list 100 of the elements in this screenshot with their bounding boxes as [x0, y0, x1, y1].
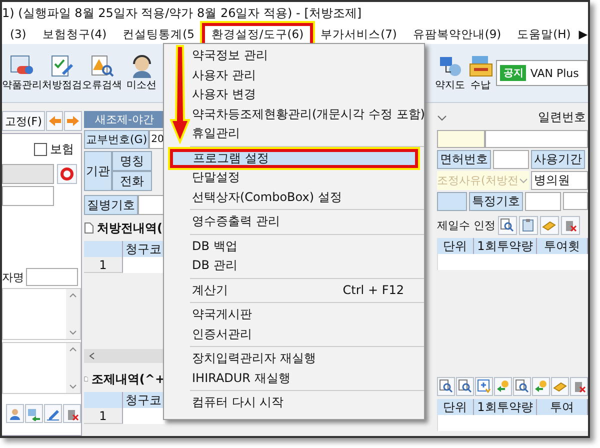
field-label: 기관 [84, 151, 112, 191]
search-button[interactable] [498, 216, 516, 234]
add-icon [477, 379, 491, 393]
ring-icon [60, 167, 74, 181]
scrollbar[interactable] [66, 289, 80, 339]
checkbox-label: 보험 [50, 140, 74, 158]
person-icon [8, 406, 22, 420]
window-title: 1) (실행파일 8월 25일자 적용/약가 8월 26일자 적용) - [처방조제] [2, 4, 362, 22]
menu-item[interactable]: IHIRADUR 재실행 [164, 368, 424, 388]
input-field[interactable] [485, 130, 588, 148]
scroll-up-icon[interactable] [69, 346, 77, 352]
search-button[interactable] [456, 376, 474, 396]
clipboard-button[interactable] [518, 216, 538, 234]
menu-item[interactable]: (3) [2, 24, 34, 44]
input-field[interactable] [525, 192, 561, 211]
search-button[interactable] [437, 376, 455, 396]
row-number: 1 [84, 408, 123, 424]
toolbar-button[interactable]: 수납 [466, 52, 494, 94]
search-icon [500, 218, 514, 232]
section-title: 조제내역(^+ [91, 370, 165, 388]
name-field[interactable] [26, 268, 78, 286]
toolbar-button[interactable]: 미소선 [122, 52, 162, 94]
menu-item[interactable]: 도움말(H) [509, 24, 579, 44]
scroll-up-icon[interactable] [69, 292, 77, 298]
right-arrow-icon [66, 115, 80, 127]
notice-badge: 공지 [500, 65, 526, 81]
field-label: 일련번호 [537, 109, 587, 126]
menu-item[interactable]: DB 관리 [164, 256, 424, 276]
menu-item[interactable]: 휴일관리 [164, 124, 424, 144]
insurance-checkbox[interactable] [34, 142, 47, 156]
menu-item[interactable]: 선택상자(ComboBox) 설정 [164, 188, 424, 207]
swap-button[interactable] [25, 404, 43, 423]
network-icon [437, 54, 464, 78]
field-label: 교부번호(G) [84, 130, 150, 149]
pen-button[interactable] [44, 404, 62, 423]
menu-item[interactable]: 컴퓨터 다시 시작 [164, 393, 424, 412]
input-field[interactable] [493, 150, 529, 169]
toolbar-button[interactable]: 약지도 [433, 52, 467, 94]
section-title: 처방전내역( [97, 220, 162, 236]
menu-item[interactable]: 단말설정 [164, 168, 424, 188]
input-field[interactable] [437, 130, 485, 148]
field-label: 명칭 [112, 151, 152, 171]
left-arrow-icon [48, 115, 62, 127]
scroll-left-icon [88, 352, 96, 360]
toolbar-button[interactable]: 약품관리 [2, 52, 42, 94]
input-field[interactable] [2, 186, 54, 206]
trash-button[interactable] [570, 376, 588, 396]
toolbar-button[interactable]: 처방점검 [42, 52, 82, 94]
menu-item[interactable]: 컨설팅통계(5 [114, 24, 202, 44]
menu-item[interactable]: 인증서관리 [164, 324, 424, 344]
input-field[interactable] [563, 192, 588, 210]
document-icon [84, 222, 94, 234]
dropdown-caret-icon [519, 176, 528, 184]
warning-search-icon [89, 54, 115, 78]
field-label: 사용기간 [531, 150, 585, 169]
menu-item[interactable]: 영수증출력 관리 [164, 212, 424, 232]
menu-item[interactable]: 사용자 관리 [164, 66, 424, 85]
menu-item[interactable]: DB 백업 [164, 236, 424, 256]
menu-item[interactable]: 유팜복약안내(9) [404, 24, 510, 44]
add-button[interactable] [475, 376, 493, 396]
menu-overflow-button[interactable]: ▶ [578, 27, 588, 41]
next-button[interactable] [64, 111, 82, 131]
trash-button[interactable] [63, 404, 81, 423]
toolbar-button[interactable]: 오류검색 [82, 52, 122, 94]
swap-button[interactable] [532, 376, 550, 396]
search-button[interactable] [513, 376, 531, 396]
menu-item[interactable]: 프로그램 설정 [170, 148, 418, 168]
menu-item[interactable]: 부가서비스(7) [312, 24, 405, 44]
field-label: 자명 [2, 270, 24, 284]
menu-item[interactable]: 약국정보 관리 [164, 46, 424, 66]
scroll-down-icon[interactable] [69, 330, 77, 336]
list-box[interactable] [2, 342, 81, 394]
swap-button[interactable] [494, 376, 512, 396]
scrollbar[interactable] [66, 343, 80, 393]
checklist-icon [49, 54, 75, 78]
menu-item[interactable]: 장치입력관리자 재실행 [164, 349, 424, 368]
field-label: 특정기호 [469, 192, 523, 211]
horizontal-scrollbar[interactable] [84, 349, 165, 363]
menu-item[interactable]: 약국차등조제현황관리(개문시각 수정 포함) [164, 104, 424, 124]
notice-text: VAN Plus [530, 66, 579, 80]
record-button[interactable] [57, 164, 77, 184]
scroll-down-icon[interactable] [69, 384, 77, 390]
previous-button[interactable] [46, 111, 64, 131]
trash-button[interactable] [560, 216, 580, 234]
menu-item[interactable]: 계산기 Ctrl + F12 [164, 280, 424, 300]
input-field[interactable] [2, 164, 54, 184]
field-label-cell [437, 192, 467, 211]
row-number: 1 [84, 257, 123, 273]
menu-item[interactable]: 약국게시판 [164, 305, 424, 324]
menu-item[interactable]: 환경설정/도구(6) [202, 22, 313, 46]
fix-button[interactable]: 고정(F) [2, 111, 45, 131]
list-box[interactable] [2, 288, 81, 340]
menu-item[interactable]: 보험청구(4) [34, 24, 115, 44]
cash-register-icon [468, 54, 494, 78]
input-field[interactable] [138, 195, 165, 215]
person-button[interactable] [6, 404, 24, 423]
search-icon [439, 379, 453, 393]
menu-item[interactable]: 사용자 변경 [164, 85, 424, 104]
field-label: 전화 [112, 171, 152, 191]
hospital-field[interactable]: 병의원 [531, 171, 588, 190]
